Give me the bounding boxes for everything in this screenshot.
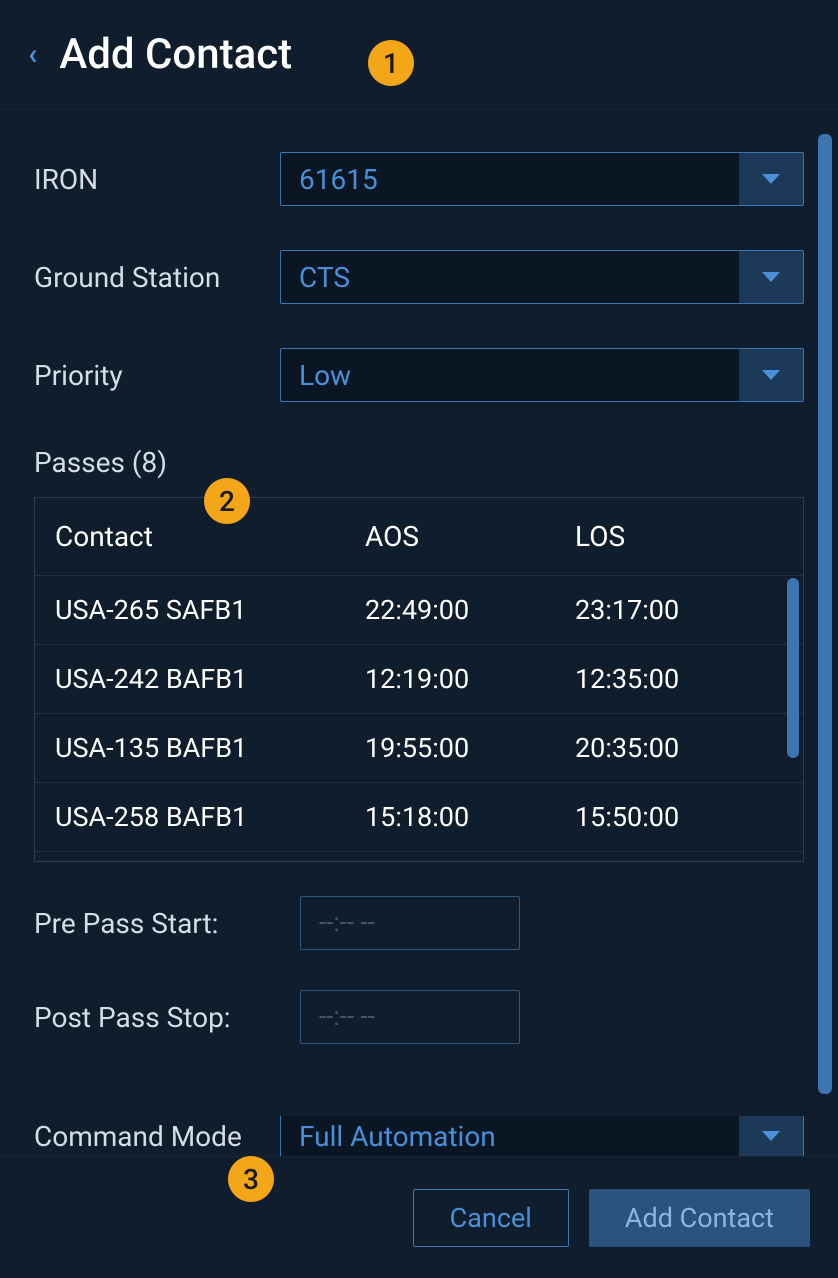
cell-los: 23:17:00 <box>575 594 783 626</box>
chevron-down-icon <box>739 153 803 205</box>
cell-contact: USA-242 BAFB1 <box>55 663 365 695</box>
command-mode-value: Full Automation <box>299 1120 496 1153</box>
col-header-aos: AOS <box>365 520 575 553</box>
ground-station-row: Ground Station CTS <box>34 250 804 304</box>
panel-scrollbar[interactable] <box>818 134 832 1094</box>
post-pass-stop-placeholder: --:-- -- <box>319 1002 375 1032</box>
table-scrollbar[interactable] <box>787 578 799 758</box>
priority-value: Low <box>299 359 351 392</box>
cell-aos: 22:49:00 <box>365 594 575 626</box>
pre-pass-start-placeholder: --:-- -- <box>319 908 375 938</box>
ground-station-value: CTS <box>299 261 350 294</box>
cancel-button[interactable]: Cancel <box>413 1189 569 1247</box>
passes-table-header: Contact AOS LOS <box>35 498 803 575</box>
priority-label: Priority <box>34 359 280 392</box>
cell-contact: USA-135 BAFB1 <box>55 732 365 764</box>
cell-aos: 15:18:00 <box>365 801 575 833</box>
chevron-down-icon <box>739 251 803 303</box>
panel-footer: Cancel Add Contact <box>0 1156 838 1278</box>
table-row[interactable]: USA-265 SAFB1 22:49:00 23:17:00 <box>35 575 803 644</box>
pre-pass-start-row: Pre Pass Start: --:-- -- <box>34 896 804 950</box>
priority-select[interactable]: Low <box>280 348 804 402</box>
cell-aos: 19:55:00 <box>365 732 575 764</box>
add-contact-button[interactable]: Add Contact <box>589 1189 810 1247</box>
iron-value: 61615 <box>299 163 378 196</box>
iron-row: IRON 61615 <box>34 152 804 206</box>
pre-pass-start-input[interactable]: --:-- -- <box>300 896 520 950</box>
ground-station-select[interactable]: CTS <box>280 250 804 304</box>
cell-los: 15:50:00 <box>575 801 783 833</box>
command-mode-select[interactable]: Full Automation <box>280 1116 804 1156</box>
iron-select[interactable]: 61615 <box>280 152 804 206</box>
pre-pass-start-label: Pre Pass Start: <box>34 907 300 940</box>
annotation-marker-1: 1 <box>368 40 414 86</box>
chevron-down-icon <box>739 1116 803 1156</box>
back-icon[interactable]: ‹ <box>28 40 37 70</box>
table-row[interactable]: USA-258 BAFB1 15:18:00 15:50:00 <box>35 782 803 851</box>
col-header-los: LOS <box>575 520 783 553</box>
ground-station-label: Ground Station <box>34 261 280 294</box>
table-overflow-edge <box>35 851 803 861</box>
col-header-contact: Contact <box>55 520 365 553</box>
cell-los: 12:35:00 <box>575 663 783 695</box>
table-row[interactable]: USA-135 BAFB1 19:55:00 20:35:00 <box>35 713 803 782</box>
panel-header: ‹ Add Contact <box>0 0 838 110</box>
table-row[interactable]: USA-242 BAFB1 12:19:00 12:35:00 <box>35 644 803 713</box>
cell-contact: USA-258 BAFB1 <box>55 801 365 833</box>
cancel-button-label: Cancel <box>450 1202 532 1234</box>
annotation-marker-2: 2 <box>204 478 250 524</box>
passes-table: Contact AOS LOS USA-265 SAFB1 22:49:00 2… <box>34 497 804 862</box>
priority-row: Priority Low <box>34 348 804 402</box>
command-mode-row: Command Mode Full Automation <box>34 1116 804 1156</box>
add-contact-button-label: Add Contact <box>625 1202 774 1234</box>
annotation-marker-3: 3 <box>228 1156 274 1202</box>
panel-body: IRON 61615 Ground Station CTS Priority L… <box>0 110 838 1156</box>
cell-aos: 12:19:00 <box>365 663 575 695</box>
page-title: Add Contact <box>59 30 292 79</box>
cell-los: 20:35:00 <box>575 732 783 764</box>
cell-contact: USA-265 SAFB1 <box>55 594 365 626</box>
post-pass-stop-input[interactable]: --:-- -- <box>300 990 520 1044</box>
chevron-down-icon <box>739 349 803 401</box>
add-contact-panel: ‹ Add Contact 1 2 3 IRON 61615 Ground St… <box>0 0 838 1278</box>
post-pass-stop-row: Post Pass Stop: --:-- -- <box>34 990 804 1044</box>
post-pass-stop-label: Post Pass Stop: <box>34 1001 300 1034</box>
command-mode-label: Command Mode <box>34 1120 280 1153</box>
passes-label: Passes (8) <box>34 446 804 479</box>
iron-label: IRON <box>34 163 280 196</box>
